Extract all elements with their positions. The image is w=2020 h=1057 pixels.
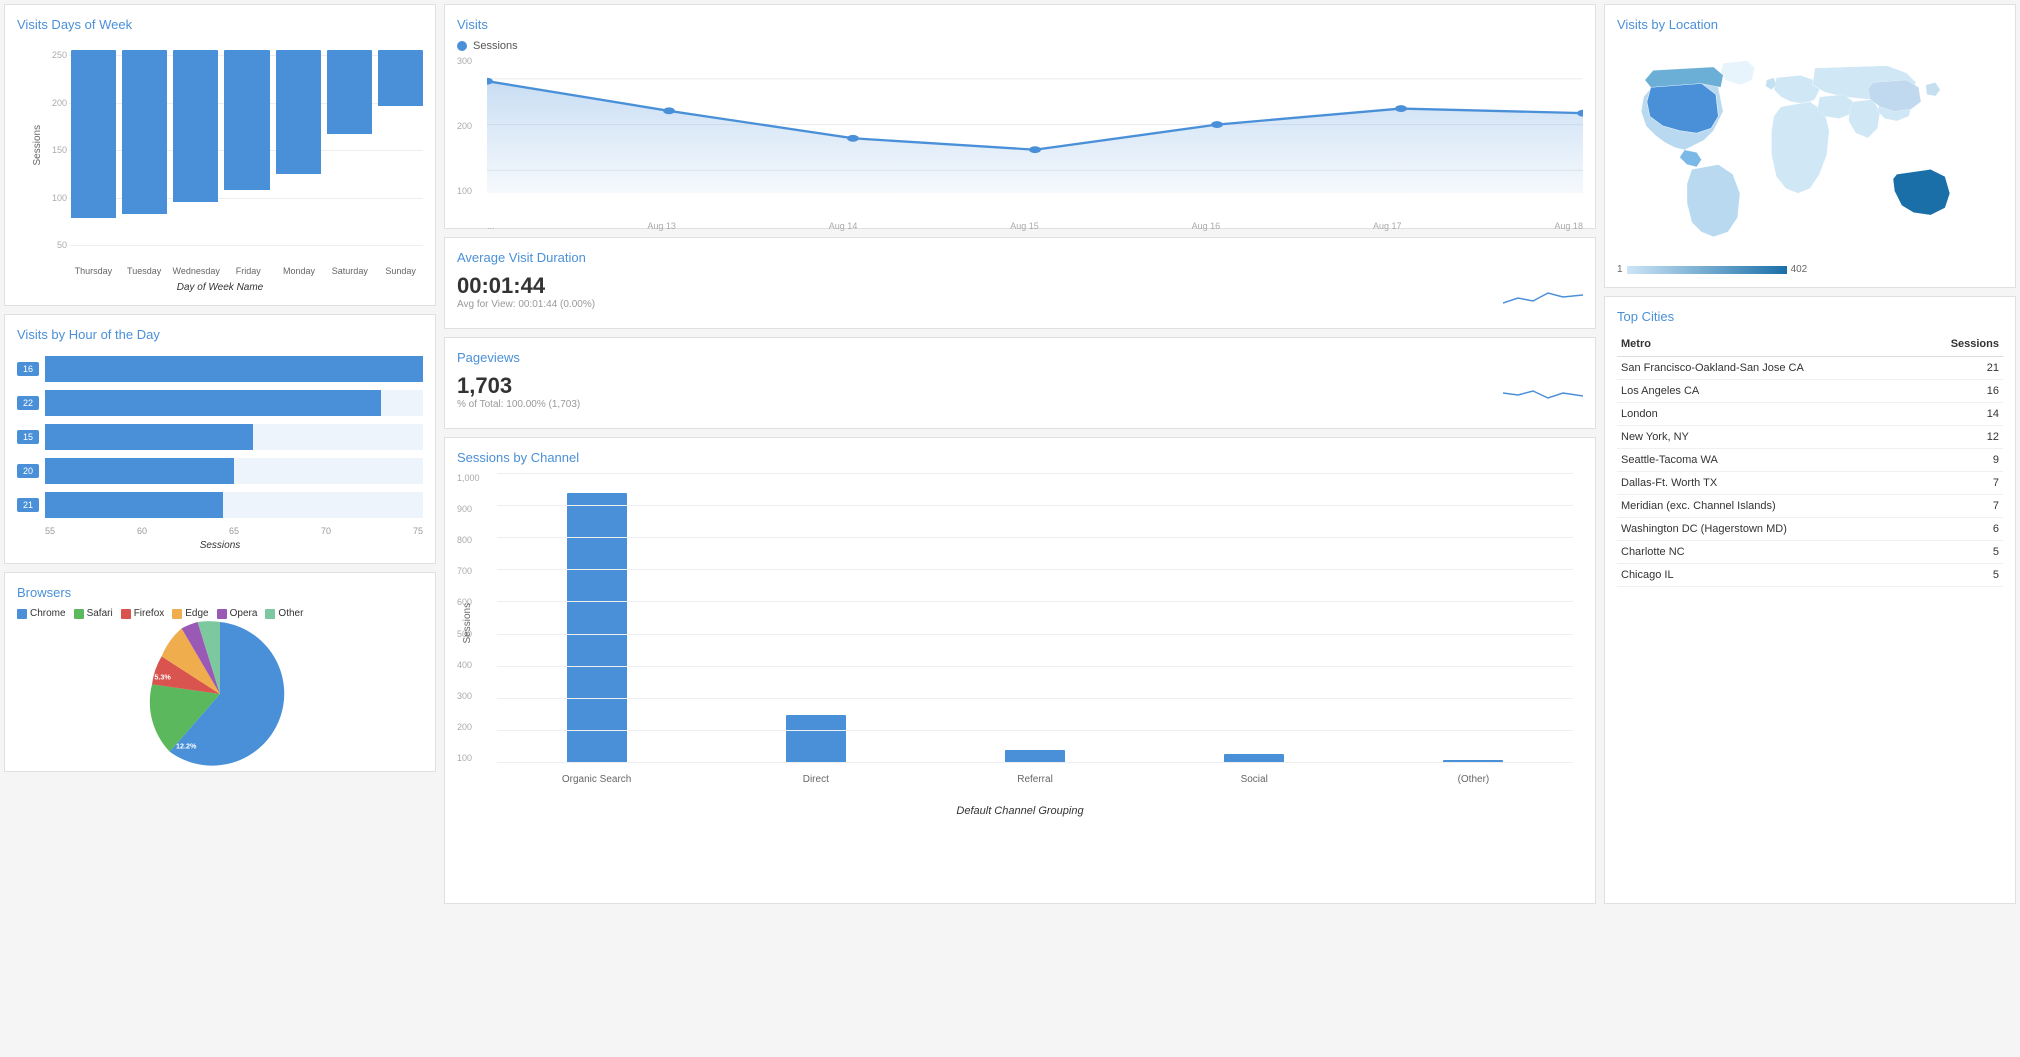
- legend-chrome-label: Chrome: [30, 608, 66, 619]
- channel-bar-direct: [716, 473, 915, 763]
- city-row-5: Seattle-Tacoma WA 9: [1617, 449, 2003, 472]
- pageviews-sub: % of Total: 100.00% (1,703): [457, 399, 580, 410]
- sessions-label: Sessions: [473, 40, 518, 52]
- city-row-10: Chicago IL 5: [1617, 564, 2003, 587]
- top-cities-table: Metro Sessions San Francisco-Oakland-San…: [1617, 332, 2003, 587]
- city-1-sessions: 21: [1915, 357, 2003, 380]
- sessions-dot: [457, 41, 467, 51]
- city-8-sessions: 6: [1915, 518, 2003, 541]
- city-5-sessions: 9: [1915, 449, 2003, 472]
- hbar-20: 20: [17, 458, 423, 484]
- bar-monday: [276, 50, 321, 250]
- pageviews-mini-chart: [1503, 373, 1583, 416]
- hbar-22: 22: [17, 390, 423, 416]
- city-row-6: Dallas-Ft. Worth TX 7: [1617, 472, 2003, 495]
- city-8-metro: Washington DC (Hagerstown MD): [1617, 518, 1915, 541]
- svg-text:12.2%: 12.2%: [176, 741, 197, 750]
- legend-safari: Safari: [74, 608, 113, 619]
- visits-by-location-panel: Visits by Location: [1604, 4, 2016, 288]
- browsers-panel: Browsers Chrome Safari Firefox Edge: [4, 572, 436, 772]
- city-row-9: Charlotte NC 5: [1617, 541, 2003, 564]
- pageviews-value: 1,703: [457, 373, 580, 399]
- hour-x-axis-label: Sessions: [17, 540, 423, 551]
- bar-saturday: [327, 50, 372, 250]
- svg-text:5.3%: 5.3%: [154, 673, 171, 682]
- city-10-sessions: 5: [1915, 564, 2003, 587]
- city-7-metro: Meridian (exc. Channel Islands): [1617, 495, 1915, 518]
- sessions-by-channel-panel: Sessions by Channel 1,000 900 800 700 60…: [444, 437, 1596, 904]
- bar-wednesday: [173, 50, 218, 250]
- avg-visit-value: 00:01:44: [457, 273, 595, 299]
- city-2-sessions: 16: [1915, 380, 2003, 403]
- city-4-sessions: 12: [1915, 426, 2003, 449]
- visits-by-location-title: Visits by Location: [1617, 17, 2003, 32]
- pageviews-panel: Pageviews 1,703 % of Total: 100.00% (1,7…: [444, 337, 1596, 429]
- bar-sunday: [378, 50, 423, 250]
- avg-visit-duration-panel: Average Visit Duration 00:01:44 Avg for …: [444, 237, 1596, 329]
- city-row-1: San Francisco-Oakland-San Jose CA 21: [1617, 357, 2003, 380]
- avg-visit-sub: Avg for View: 00:01:44 (0.00%): [457, 299, 595, 310]
- city-row-2: Los Angeles CA 16: [1617, 380, 2003, 403]
- city-row-4: New York, NY 12: [1617, 426, 2003, 449]
- city-10-metro: Chicago IL: [1617, 564, 1915, 587]
- visits-line-svg: [487, 56, 1583, 216]
- city-row-3: London 14: [1617, 403, 2003, 426]
- city-9-sessions: 5: [1915, 541, 2003, 564]
- city-row-7: Meridian (exc. Channel Islands) 7: [1617, 495, 2003, 518]
- browsers-title: Browsers: [17, 585, 423, 600]
- dow-x-axis-label: Day of Week Name: [17, 282, 423, 293]
- city-6-metro: Dallas-Ft. Worth TX: [1617, 472, 1915, 495]
- top-cities-title: Top Cities: [1617, 309, 2003, 324]
- city-7-sessions: 7: [1915, 495, 2003, 518]
- map-legend-max: 402: [1791, 264, 1808, 275]
- dow-y-axis-label: Sessions: [32, 125, 43, 166]
- channel-bar-referral: [935, 473, 1134, 763]
- col-sessions: Sessions: [1915, 332, 2003, 357]
- visits-title: Visits: [457, 17, 1583, 32]
- city-6-sessions: 7: [1915, 472, 2003, 495]
- hbar-16: 16: [17, 356, 423, 382]
- bar-tuesday: [122, 50, 167, 250]
- city-2-metro: Los Angeles CA: [1617, 380, 1915, 403]
- city-9-metro: Charlotte NC: [1617, 541, 1915, 564]
- visits-days-of-week-panel: Visits Days of Week Sessions 250 200 150…: [4, 4, 436, 306]
- city-4-metro: New York, NY: [1617, 426, 1915, 449]
- legend-safari-label: Safari: [87, 608, 113, 619]
- avg-visit-title: Average Visit Duration: [457, 250, 1583, 265]
- hbar-15: 15: [17, 424, 423, 450]
- city-1-metro: San Francisco-Oakland-San Jose CA: [1617, 357, 1915, 380]
- visits-by-hour-panel: Visits by Hour of the Day 16 22: [4, 314, 436, 564]
- channel-bar-organic: [497, 473, 696, 763]
- sessions-by-channel-title: Sessions by Channel: [457, 450, 1583, 465]
- avg-visit-mini-chart: [1503, 273, 1583, 316]
- channel-bar-social: [1155, 473, 1354, 763]
- bar-thursday: [71, 50, 116, 250]
- channel-bar-other: [1374, 473, 1573, 763]
- bar-friday: [224, 50, 269, 250]
- channel-x-title: Default Channel Grouping: [457, 805, 1583, 817]
- browsers-pie-chart: 12.2% 5.3%: [140, 614, 300, 774]
- city-row-8: Washington DC (Hagerstown MD) 6: [1617, 518, 2003, 541]
- legend-chrome: Chrome: [17, 608, 66, 619]
- col-metro: Metro: [1617, 332, 1915, 357]
- city-5-metro: Seattle-Tacoma WA: [1617, 449, 1915, 472]
- top-cities-panel: Top Cities Metro Sessions San Francisco-…: [1604, 296, 2016, 904]
- visits-by-hour-title: Visits by Hour of the Day: [17, 327, 423, 342]
- visits-days-title: Visits Days of Week: [17, 17, 423, 32]
- map-legend-min: 1: [1617, 264, 1623, 275]
- pageviews-title: Pageviews: [457, 350, 1583, 365]
- city-3-sessions: 14: [1915, 403, 2003, 426]
- map-legend: 1 402: [1617, 264, 2003, 275]
- hbar-21: 21: [17, 492, 423, 518]
- visits-panel: Visits Sessions 300 200 100: [444, 4, 1596, 229]
- world-map: [1617, 40, 2003, 260]
- city-3-metro: London: [1617, 403, 1915, 426]
